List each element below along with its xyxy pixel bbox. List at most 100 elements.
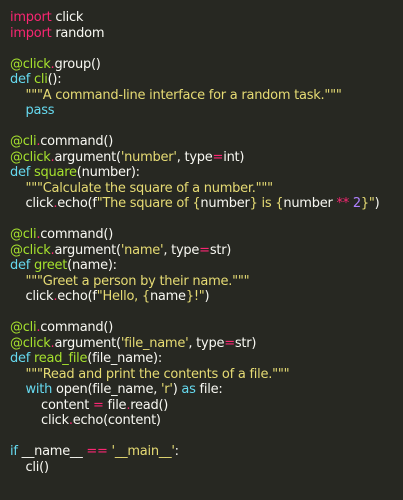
code-token: """Calculate the square of a number.""" [25, 180, 274, 196]
code-token: : [174, 444, 179, 459]
code-token: if [10, 444, 18, 459]
code-token: ) [204, 289, 210, 304]
code-token: @click [10, 242, 51, 258]
code-token: } is { [249, 196, 284, 211]
code-line: """Greet a person by their name.""" [10, 274, 379, 290]
code-token: open(file_name, [52, 382, 161, 397]
code-token: file: [195, 382, 223, 397]
code-token: "Hello, { [96, 289, 150, 304]
code-token: pass [25, 103, 55, 118]
code-token: "The square of { [96, 196, 201, 211]
code-token: (): [47, 72, 62, 87]
code-line: @cli.command() [10, 320, 379, 336]
code-token: """Greet a person by their name.""" [25, 273, 250, 289]
code-token: = [92, 397, 104, 413]
code-line: click.echo(content) [10, 413, 379, 429]
code-token: def [10, 72, 31, 87]
code-line: with open(file_name, 'r') as file: [10, 382, 379, 398]
code-line: click.echo(f"The square of {number} is {… [10, 196, 380, 212]
code-line: if __name__ == '__main__': [10, 444, 379, 460]
code-token: }!" [185, 289, 205, 304]
code-line: @cli.command() [10, 134, 379, 150]
code-token: with [25, 382, 53, 397]
code-line: """A command-line interface for a random… [10, 88, 379, 104]
code-line: @click.group() [10, 57, 379, 73]
code-token: file [103, 397, 127, 413]
code-token: , type [188, 335, 225, 351]
code-token: content [10, 397, 93, 413]
code-token: group() [54, 56, 101, 72]
code-token: @click [10, 335, 51, 351]
code-token: (name): [67, 258, 117, 273]
code-line: def cli(): [10, 72, 379, 88]
code-token: == [86, 444, 108, 459]
code-token: command() [40, 134, 114, 149]
code-token: """A command-line interface for a random… [25, 87, 342, 103]
code-token: square [33, 165, 77, 180]
code-token: click [10, 413, 69, 428]
code-token: random [51, 25, 105, 41]
code-token: }" [360, 196, 375, 211]
code-token: number [283, 196, 337, 211]
code-token: cli [33, 72, 48, 87]
code-token: str) [209, 242, 232, 258]
code-token: (number): [76, 165, 140, 180]
code-line: """Calculate the square of a number.""" [10, 181, 379, 197]
code-line: click.echo(f"Hello, {name}!") [10, 289, 379, 305]
code-token: cli() [10, 459, 50, 475]
code-token: command() [40, 227, 114, 242]
code-token: def [10, 258, 31, 273]
code-token: def [10, 351, 31, 366]
code-line: @click.argument('file_name', type=str) [10, 336, 379, 352]
code-line: def read_file(file_name): [10, 351, 379, 367]
code-token: read_file [33, 351, 88, 366]
code-token: argument( [54, 242, 121, 258]
code-token: ) [374, 196, 380, 211]
code-token: '__main__' [111, 444, 175, 459]
code-line: cli() [10, 460, 379, 476]
code-line: import click [10, 10, 379, 26]
code-token: @cli [10, 134, 37, 149]
code-token: read() [130, 397, 169, 413]
code-token: name [149, 289, 186, 304]
code-token: @cli [10, 227, 37, 242]
code-token: argument( [54, 335, 121, 351]
code-line: import random [10, 26, 379, 42]
code-token: @cli [10, 320, 37, 335]
code-line: """Read and print the contents of a file… [10, 367, 379, 383]
code-token: def [10, 165, 31, 180]
code-token: = [224, 335, 235, 351]
code-token: echo(f [57, 289, 97, 304]
code-token: (file_name): [87, 351, 162, 366]
code-token: """Read and print the contents of a file… [25, 366, 290, 382]
code-token: greet [33, 258, 68, 273]
code-token: click [10, 289, 54, 304]
code-token: import [10, 25, 52, 41]
code-token: @click [10, 56, 51, 72]
code-token: = [212, 149, 224, 165]
code-editor[interactable]: import click import random @click.group() d… [10, 10, 380, 476]
code-token: 'file_name' [120, 335, 189, 351]
code-line: def square(number): [10, 165, 379, 181]
code-token: argument( [54, 149, 121, 165]
code-token: echo(f [57, 196, 97, 211]
code-token: as [181, 382, 196, 397]
code-token: 'name' [120, 242, 164, 258]
code-token: echo(content) [72, 413, 161, 428]
code-token: import [10, 10, 52, 25]
code-token: = [199, 242, 210, 258]
code-token: int) [223, 149, 245, 165]
code-line: content = file.read() [10, 398, 379, 414]
code-token: 'number' [120, 149, 177, 165]
code-token: 2 [352, 196, 361, 211]
code-line: def greet(name): [10, 258, 379, 274]
code-token: number [200, 196, 250, 211]
